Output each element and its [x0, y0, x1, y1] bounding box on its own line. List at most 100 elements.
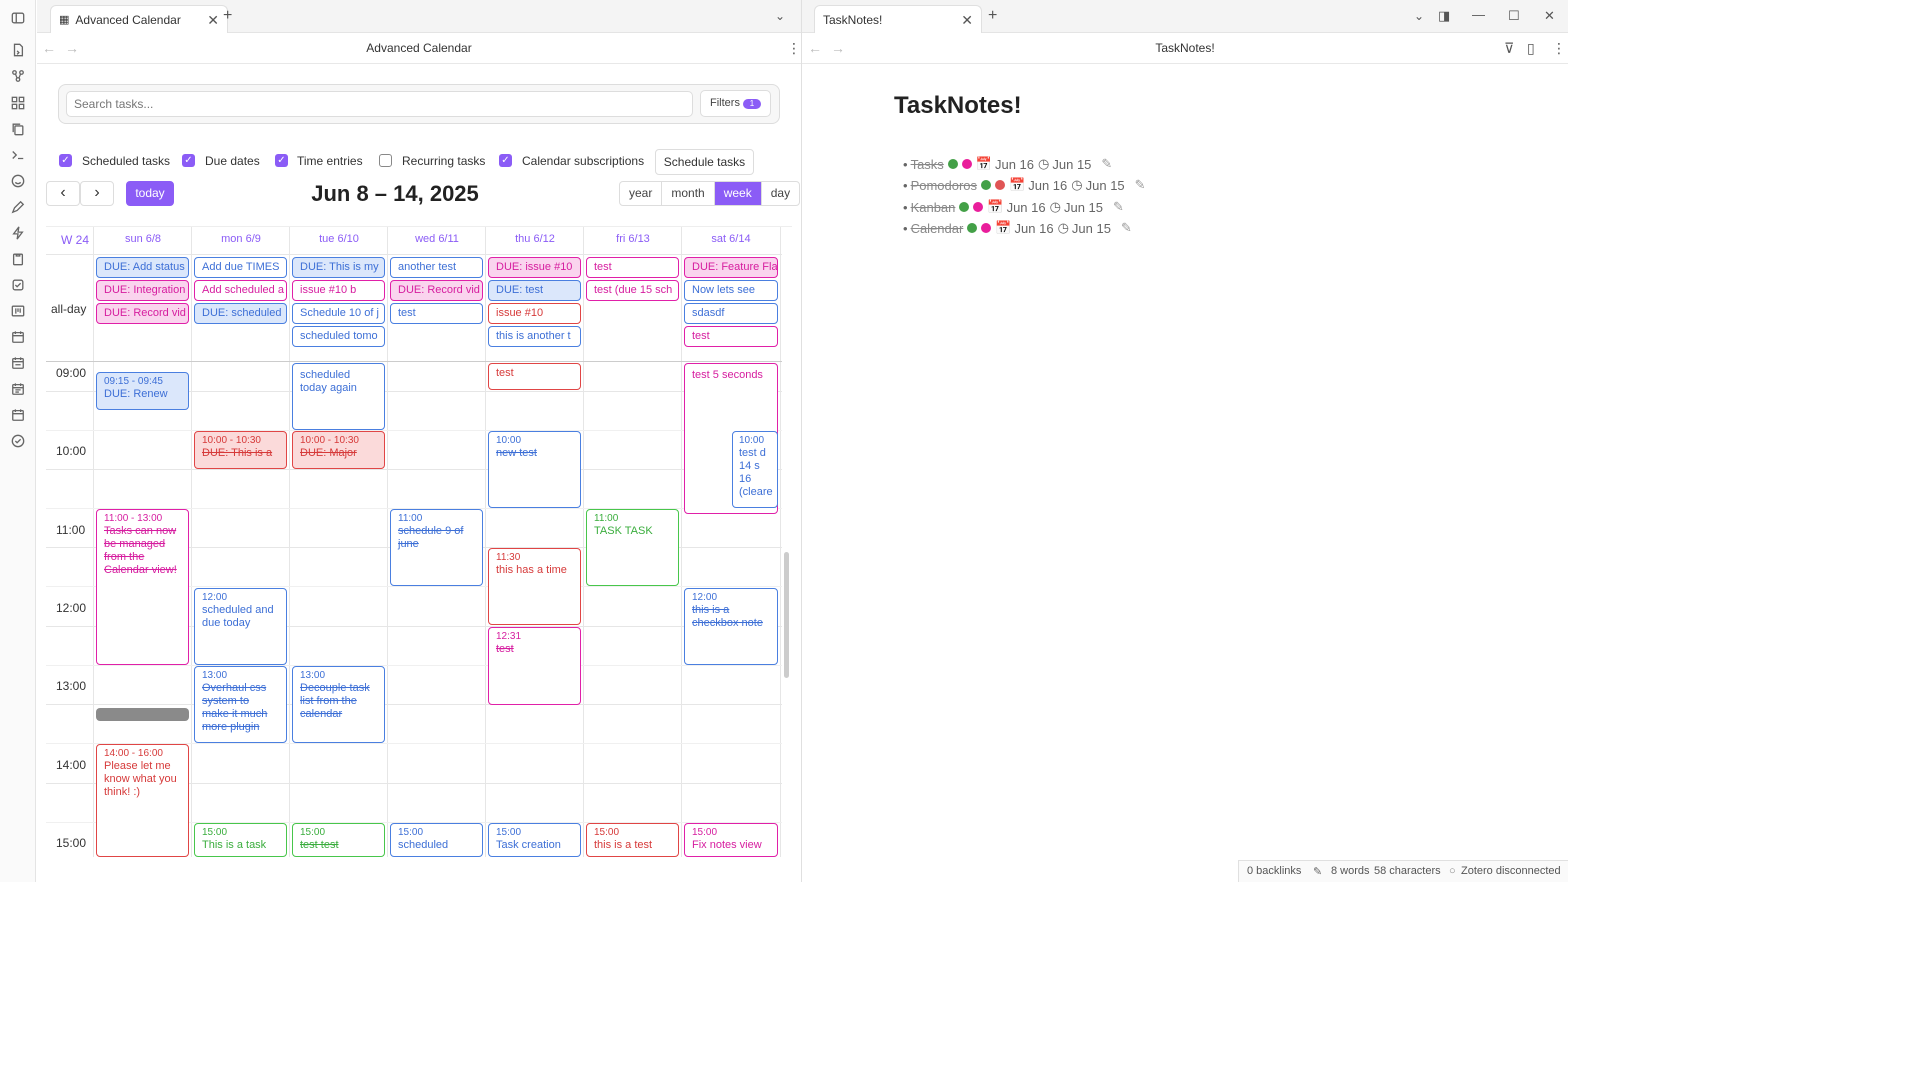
- next-week-button[interactable]: ›: [80, 181, 114, 206]
- due-date[interactable]: Jun 16: [1007, 200, 1046, 215]
- priority-dot[interactable]: [961, 159, 972, 169]
- allday-event[interactable]: DUE: scheduled: [194, 303, 287, 324]
- priority-dot[interactable]: [973, 202, 984, 212]
- allday-event[interactable]: this is another t: [488, 326, 581, 347]
- task-item[interactable]: • Pomodoros 📅 Jun 16 ◷ Jun 15 ✎: [903, 176, 1146, 194]
- tab-advanced-calendar[interactable]: ▦ Advanced Calendar ✕: [50, 5, 228, 33]
- edit-pencil-icon[interactable]: ✎: [1101, 156, 1112, 172]
- time-entries-checkbox[interactable]: ✓: [275, 154, 288, 167]
- day-header-wed[interactable]: wed 6/11: [388, 233, 486, 245]
- due-dates-checkbox[interactable]: ✓: [182, 154, 195, 167]
- allday-event[interactable]: sdasdf: [684, 303, 778, 324]
- schedule-tasks-button[interactable]: Schedule tasks: [655, 149, 754, 175]
- view-year-button[interactable]: year: [620, 182, 661, 205]
- canvas-icon[interactable]: [10, 95, 26, 111]
- allday-event[interactable]: issue #10: [488, 303, 581, 324]
- calendar-event[interactable]: scheduled today again: [292, 363, 385, 430]
- close-tab-icon[interactable]: ✕: [961, 12, 973, 29]
- scheduled-date[interactable]: Jun 15: [1052, 157, 1091, 172]
- calendar-event[interactable]: 15:00 test test: [292, 823, 385, 857]
- allday-event[interactable]: DUE: Feature Fla: [684, 257, 778, 278]
- smiley-icon[interactable]: [10, 173, 26, 189]
- due-date[interactable]: Jun 16: [1015, 221, 1054, 236]
- agenda-icon[interactable]: [10, 381, 26, 397]
- right-sidebar-toggle-icon[interactable]: ◨: [1438, 8, 1450, 24]
- more-options-icon[interactable]: ⋮: [787, 40, 801, 57]
- filter-icon[interactable]: ⊽: [1504, 40, 1514, 57]
- calendar-week-icon[interactable]: [10, 355, 26, 371]
- new-tab-icon[interactable]: +: [988, 8, 997, 24]
- prev-week-button[interactable]: ‹: [46, 181, 80, 206]
- calendar-event[interactable]: 11:00 TASK TASK: [586, 509, 679, 586]
- view-week-button[interactable]: week: [713, 182, 761, 205]
- time-entry-bar[interactable]: [96, 708, 189, 721]
- priority-dot[interactable]: [995, 180, 1006, 190]
- task-name[interactable]: Pomodoros: [911, 178, 977, 193]
- reading-view-icon[interactable]: ▯: [1527, 40, 1535, 57]
- tab-tasknotes[interactable]: TaskNotes! ✕: [814, 5, 982, 33]
- calendar-event[interactable]: 15:00 scheduled: [390, 823, 483, 857]
- calendar-scrollbar[interactable]: [784, 552, 789, 678]
- recurring-tasks-checkbox[interactable]: [379, 154, 392, 167]
- allday-event[interactable]: DUE: issue #10: [488, 257, 581, 278]
- task-name[interactable]: Tasks: [911, 157, 944, 172]
- allday-event[interactable]: DUE: Add status: [96, 257, 189, 278]
- calendar-event[interactable]: 12:31 test: [488, 627, 581, 705]
- kanban-icon[interactable]: [10, 303, 26, 319]
- due-date[interactable]: Jun 16: [995, 157, 1034, 172]
- view-month-button[interactable]: month: [661, 182, 713, 205]
- tab-list-chevron-icon[interactable]: ⌄: [1414, 8, 1424, 24]
- filters-button[interactable]: Filters 1: [700, 90, 771, 117]
- task-item[interactable]: • Kanban 📅 Jun 16 ◷ Jun 15 ✎: [903, 198, 1124, 216]
- graph-view-icon[interactable]: [10, 68, 26, 84]
- calendar-event[interactable]: 10:00 - 10:30 DUE: This is a: [194, 431, 287, 469]
- allday-event[interactable]: DUE: Record vid: [96, 303, 189, 324]
- new-tab-icon[interactable]: +: [223, 8, 232, 24]
- allday-event[interactable]: Add due TIMES: [194, 257, 287, 278]
- zotero-status[interactable]: Zotero disconnected: [1461, 865, 1561, 877]
- due-date[interactable]: Jun 16: [1028, 178, 1067, 193]
- edit-pencil-icon[interactable]: ✎: [1113, 199, 1124, 215]
- calendar-event[interactable]: 13:00 Overhaul css system to make it muc…: [194, 666, 287, 743]
- allday-event[interactable]: Schedule 10 of j: [292, 303, 385, 324]
- more-options-icon[interactable]: ⋮: [1552, 40, 1566, 57]
- sidebar-toggle-icon[interactable]: [10, 10, 26, 26]
- scheduled-date[interactable]: Jun 15: [1064, 200, 1103, 215]
- backlinks-count[interactable]: 0 backlinks: [1247, 865, 1301, 877]
- task-name[interactable]: Kanban: [911, 200, 956, 215]
- today-button[interactable]: today: [126, 181, 174, 206]
- task-item[interactable]: • Tasks 📅 Jun 16 ◷ Jun 15 ✎: [903, 155, 1112, 173]
- allday-event[interactable]: DUE: Record vid: [390, 280, 483, 301]
- maximize-icon[interactable]: ☐: [1508, 8, 1520, 24]
- calendar-event[interactable]: 09:15 - 09:45 DUE: Renew: [96, 372, 189, 410]
- allday-event[interactable]: DUE: This is my: [292, 257, 385, 278]
- edit-pencil-icon[interactable]: ✎: [1121, 220, 1132, 236]
- day-header-thu[interactable]: thu 6/12: [486, 233, 584, 245]
- calendar-event[interactable]: 10:00 - 10:30 DUE: Major: [292, 431, 385, 469]
- open-quick-switcher-icon[interactable]: [10, 42, 26, 58]
- calendar-event[interactable]: 15:00 This is a task: [194, 823, 287, 857]
- status-dot[interactable]: [981, 180, 992, 190]
- calendar-event[interactable]: 15:00 Task creation: [488, 823, 581, 857]
- allday-event[interactable]: test: [390, 303, 483, 324]
- status-dot[interactable]: [947, 159, 958, 169]
- priority-dot[interactable]: [981, 223, 992, 233]
- allday-event[interactable]: issue #10 b: [292, 280, 385, 301]
- allday-event[interactable]: scheduled tomo: [292, 326, 385, 347]
- allday-event[interactable]: test: [586, 257, 679, 278]
- scheduled-date[interactable]: Jun 15: [1072, 221, 1111, 236]
- search-input[interactable]: Search tasks...: [66, 91, 693, 117]
- close-tab-icon[interactable]: ✕: [207, 12, 219, 29]
- allday-event[interactable]: DUE: test: [488, 280, 581, 301]
- task-check-icon[interactable]: [10, 277, 26, 293]
- close-window-icon[interactable]: ✕: [1544, 8, 1555, 24]
- allday-event[interactable]: Now lets see: [684, 280, 778, 301]
- status-dot[interactable]: [959, 202, 970, 212]
- allday-event[interactable]: test (due 15 sch: [586, 280, 679, 301]
- allday-event[interactable]: another test: [390, 257, 483, 278]
- scheduled-tasks-checkbox[interactable]: ✓: [59, 154, 72, 167]
- view-day-button[interactable]: day: [760, 182, 799, 205]
- calendar-icon[interactable]: [10, 329, 26, 345]
- task-item[interactable]: • Calendar 📅 Jun 16 ◷ Jun 15 ✎: [903, 219, 1132, 237]
- calendar-event[interactable]: 10:00 new test: [488, 431, 581, 508]
